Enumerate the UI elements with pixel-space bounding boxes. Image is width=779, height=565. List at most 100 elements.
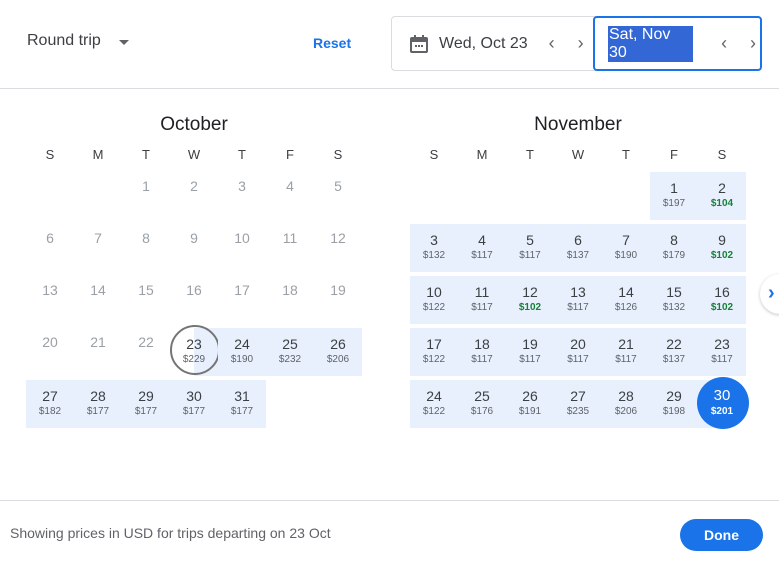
empty-day-cell	[458, 172, 506, 220]
day-cell-november-25[interactable]: 25 $176	[458, 380, 506, 428]
month-november: November S M T W T F S 1 $197 2 $104 3 $132 4 $117 5 $1…	[410, 110, 749, 432]
weekday-label: T	[622, 147, 630, 162]
trip-type-label: Round trip	[27, 32, 101, 49]
done-button[interactable]: Done	[680, 519, 763, 551]
day-cell-november-12[interactable]: 12 $102	[506, 276, 554, 324]
day-number: 5	[526, 232, 534, 248]
day-cell-november-15[interactable]: 15 $132	[650, 276, 698, 324]
empty-day-cell	[410, 172, 458, 220]
day-number: 25	[282, 336, 298, 352]
day-cell-october-14: 14	[74, 276, 122, 324]
day-cell-november-23[interactable]: 23 $117	[698, 328, 746, 376]
day-price: $177	[134, 406, 158, 417]
day-number: 27	[42, 388, 58, 404]
day-cell-october-8: 8	[122, 224, 170, 272]
day-cell-november-30[interactable]: 30 $201	[697, 377, 749, 429]
day-price: $122	[422, 354, 446, 365]
calendar-week-row: 3 $132 4 $117 5 $117 6 $137 7 $190 8 $179 9 $102	[410, 224, 746, 272]
day-cell-november-16[interactable]: 16 $102	[698, 276, 746, 324]
day-cell-november-11[interactable]: 11 $117	[458, 276, 506, 324]
return-next-day-icon[interactable]: ›	[746, 33, 760, 54]
weekday-label: F	[286, 147, 294, 162]
day-cell-november-26[interactable]: 26 $191	[506, 380, 554, 428]
calendar-week-row: 17 $122 18 $117 19 $117 20 $117 21 $117 22 $137 23 $1…	[410, 328, 746, 376]
day-cell-october-30[interactable]: 30 $177	[170, 380, 218, 428]
departure-next-day-icon[interactable]: ›	[574, 33, 588, 54]
day-cell-november-17[interactable]: 17 $122	[410, 328, 458, 376]
day-price: $182	[38, 406, 62, 417]
departure-prev-day-icon[interactable]: ‹	[545, 33, 559, 54]
day-cell-october-28[interactable]: 28 $177	[74, 380, 122, 428]
day-number: 23	[714, 336, 730, 352]
day-cell-november-5[interactable]: 5 $117	[506, 224, 554, 272]
day-price: $117	[567, 354, 589, 365]
day-cell-november-29[interactable]: 29 $198	[650, 380, 698, 428]
return-date-field[interactable]: Sat, Nov 30 ‹ ›	[593, 16, 762, 71]
day-number: 10	[426, 284, 442, 300]
day-cell-november-3[interactable]: 3 $132	[410, 224, 458, 272]
day-cell-november-27[interactable]: 27 $235	[554, 380, 602, 428]
day-cell-november-14[interactable]: 14 $126	[602, 276, 650, 324]
day-cell-november-13[interactable]: 13 $117	[554, 276, 602, 324]
day-number: 20	[570, 336, 586, 352]
day-cell-october-25[interactable]: 25 $232	[266, 328, 314, 376]
day-cell-november-21[interactable]: 21 $117	[602, 328, 650, 376]
day-cell-november-20[interactable]: 20 $117	[554, 328, 602, 376]
day-price: $117	[471, 250, 493, 261]
day-cell-november-19[interactable]: 19 $117	[506, 328, 554, 376]
day-price: $102	[518, 302, 542, 313]
day-cell-november-6[interactable]: 6 $137	[554, 224, 602, 272]
next-month-button[interactable]: ›	[760, 274, 779, 314]
departure-date-field[interactable]: Wed, Oct 23 ‹ ›	[392, 17, 593, 70]
weekday-header: SMTWTFS	[410, 147, 746, 162]
day-cell-october-4: 4	[266, 172, 314, 220]
day-number: 7	[622, 232, 630, 248]
day-cell-november-8[interactable]: 8 $179	[650, 224, 698, 272]
day-number: 14	[618, 284, 634, 300]
price-info-text: Showing prices in USD for trips departin…	[10, 525, 331, 541]
day-cell-october-26[interactable]: 26 $206	[314, 328, 362, 376]
day-cell-october-5: 5	[314, 172, 362, 220]
day-number: 25	[474, 388, 490, 404]
day-number: 26	[330, 336, 346, 352]
day-cell-october-29[interactable]: 29 $177	[122, 380, 170, 428]
day-cell-november-10[interactable]: 10 $122	[410, 276, 458, 324]
day-cell-october-18: 18	[266, 276, 314, 324]
day-price: $206	[326, 354, 350, 365]
day-cell-november-24[interactable]: 24 $122	[410, 380, 458, 428]
day-number: 6	[46, 230, 54, 246]
day-price: $179	[662, 250, 686, 261]
day-number: 29	[138, 388, 154, 404]
day-cell-november-7[interactable]: 7 $190	[602, 224, 650, 272]
day-number: 24	[234, 336, 250, 352]
month-title: November	[534, 114, 622, 135]
day-cell-november-1[interactable]: 1 $197	[650, 172, 698, 220]
departure-date-text[interactable]: Wed, Oct 23	[439, 35, 528, 53]
day-cell-october-31[interactable]: 31 $177	[218, 380, 266, 428]
calendar-week-row: 24 $122 25 $176 26 $191 27 $235 28 $206 29 $198 30 $2…	[410, 377, 749, 429]
return-prev-day-icon[interactable]: ‹	[717, 33, 731, 54]
day-number: 21	[618, 336, 634, 352]
weekday-label: T	[142, 147, 150, 162]
day-cell-november-9[interactable]: 9 $102	[698, 224, 746, 272]
day-number: 7	[94, 230, 102, 246]
return-date-text[interactable]: Sat, Nov 30	[608, 25, 694, 62]
trip-type-dropdown[interactable]: Round trip	[27, 32, 129, 50]
day-cell-november-22[interactable]: 22 $137	[650, 328, 698, 376]
day-cell-october-24[interactable]: 24 $190	[218, 328, 266, 376]
day-cell-november-18[interactable]: 18 $117	[458, 328, 506, 376]
day-cell-november-2[interactable]: 2 $104	[698, 172, 746, 220]
day-price: $190	[614, 250, 638, 261]
day-cell-october-1: 1	[122, 172, 170, 220]
reset-button[interactable]: Reset	[313, 35, 351, 51]
month-title: October	[160, 114, 228, 135]
day-price: $132	[422, 250, 446, 261]
day-cell-november-4[interactable]: 4 $117	[458, 224, 506, 272]
day-cell-november-28[interactable]: 28 $206	[602, 380, 650, 428]
day-cell-october-27[interactable]: 27 $182	[26, 380, 74, 428]
day-cell-october-23[interactable]: 23 $229	[170, 325, 220, 376]
day-price: $102	[710, 302, 734, 313]
day-cell-october-15: 15	[122, 276, 170, 324]
day-number: 18	[282, 282, 298, 298]
day-number: 9	[190, 230, 198, 246]
